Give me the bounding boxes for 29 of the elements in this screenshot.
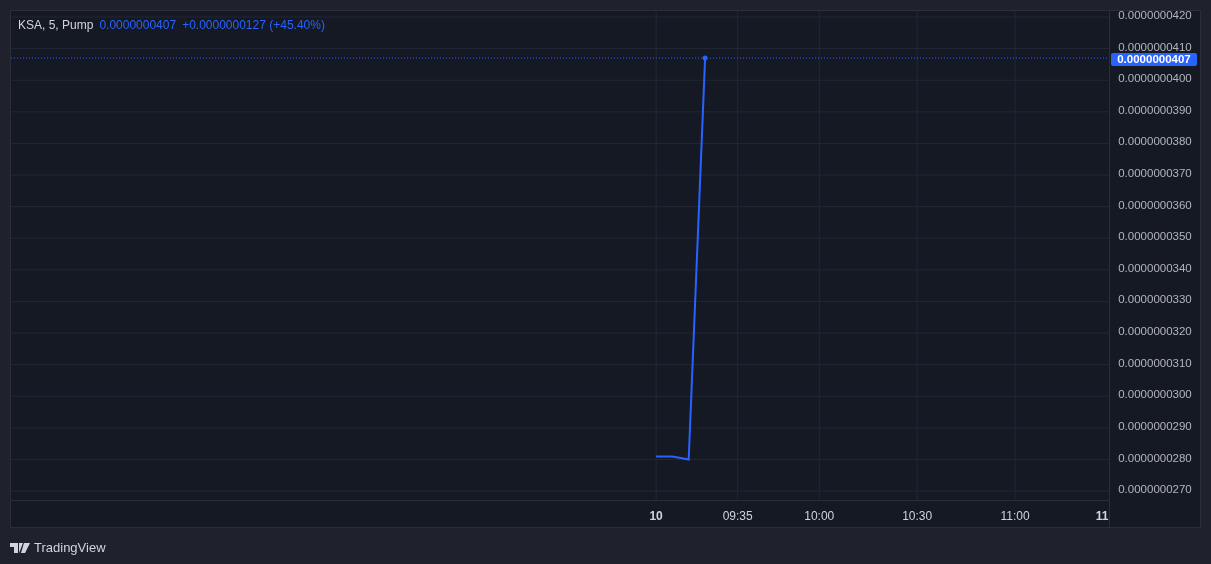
price-value: 0.0000000407: [99, 17, 177, 33]
time-axis-label: 11:00: [1000, 509, 1030, 523]
price-axis-label: 0.0000000330: [1118, 293, 1192, 306]
price-axis-label: 0.0000000370: [1118, 167, 1192, 180]
price-axis-label: 0.0000000320: [1118, 325, 1192, 338]
price-axis-label: 0.0000000400: [1118, 72, 1192, 85]
day-axis-label: 10: [649, 509, 663, 523]
price-axis-label: 0.0000000360: [1118, 198, 1192, 211]
logo-icon: [10, 542, 30, 553]
price-axis-label: 0.0000000380: [1118, 135, 1192, 148]
price-axis-label: 0.0000000410: [1118, 40, 1192, 53]
time-axis-label: 10:30: [902, 509, 933, 523]
symbol-label: KSA, 5, Pump: [18, 17, 94, 33]
day-axis-label: 11: [1095, 509, 1109, 523]
price-axis-label: 0.0000000280: [1118, 451, 1192, 464]
price-axis-label: 0.0000000350: [1118, 230, 1192, 243]
price-axis-label: 0.0000000310: [1118, 356, 1192, 369]
price-axis-label: 0.0000000340: [1118, 261, 1192, 274]
price-axis-label: 0.0000000290: [1118, 419, 1192, 432]
price-change: +0.0000000127 (+45.40%): [182, 17, 325, 33]
last-price-badge: 0.0000000407: [1111, 53, 1197, 67]
time-axis-label: 09:35: [722, 509, 753, 523]
price-axis-label: 0.0000000270: [1118, 483, 1192, 496]
price-axis-label: 0.0000000300: [1118, 388, 1192, 401]
time-axis-label: 10:00: [804, 509, 835, 523]
price-axis-label: 0.0000000390: [1118, 103, 1192, 116]
brand-name: TradingView: [34, 539, 106, 557]
price-axis-label: 0.0000000420: [1118, 11, 1192, 21]
last-point-marker: [702, 55, 708, 61]
